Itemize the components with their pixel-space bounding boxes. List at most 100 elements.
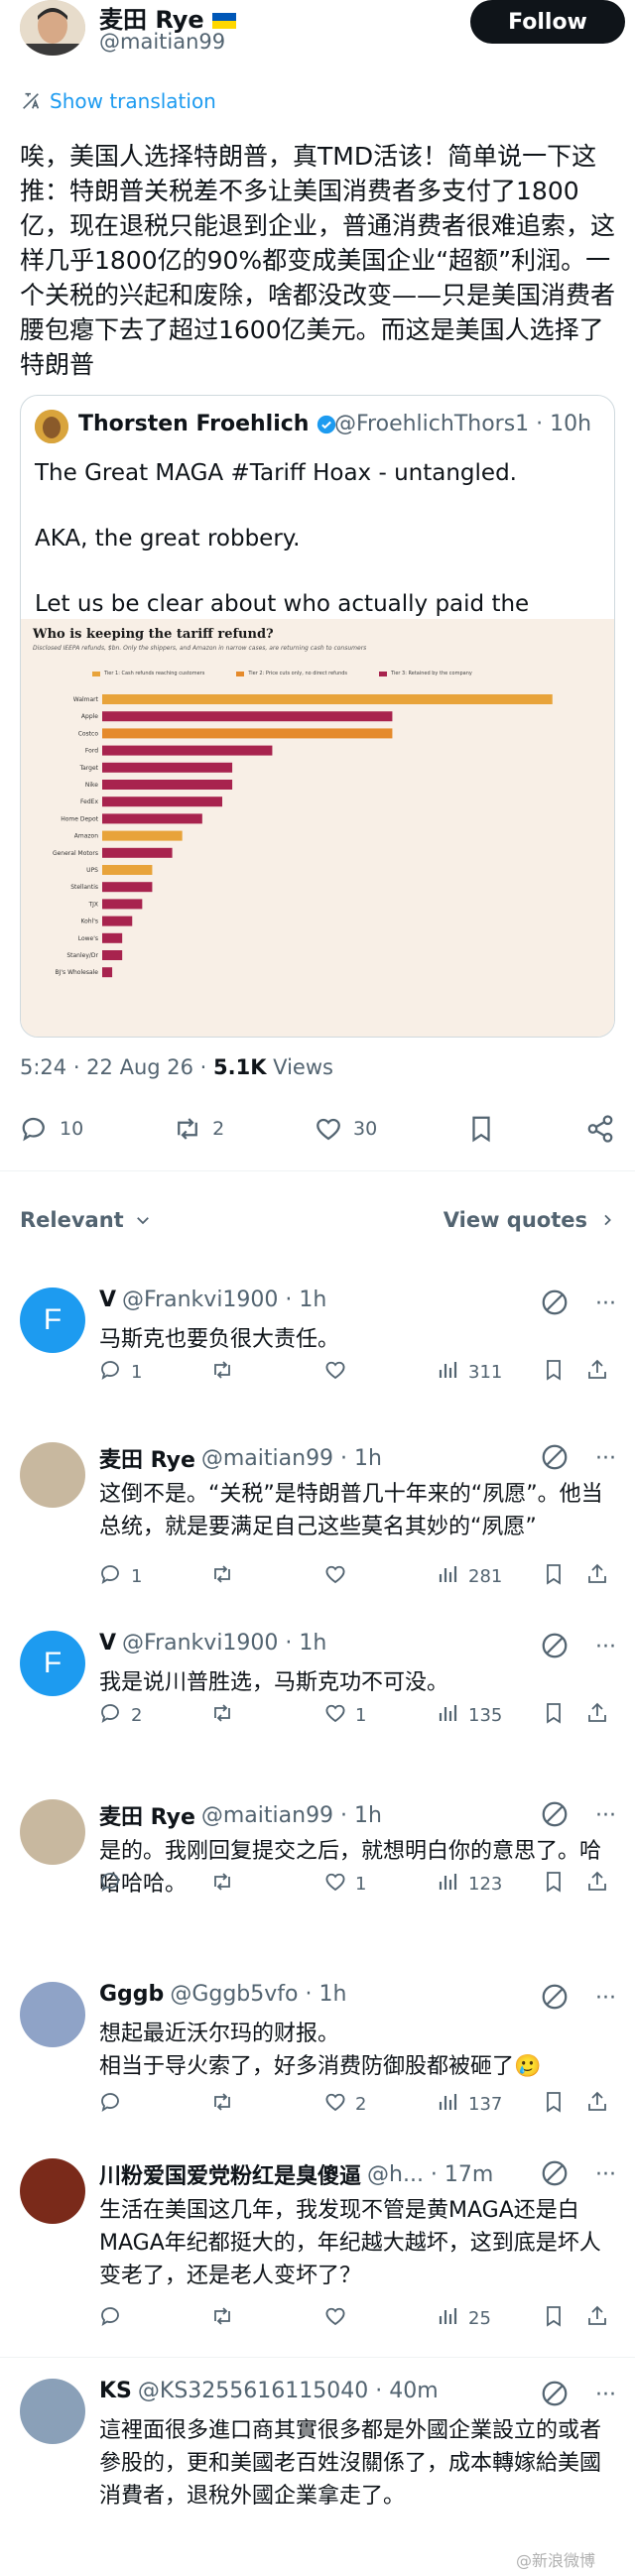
reply-button[interactable]: 1 xyxy=(99,1562,142,1591)
more-options-icon[interactable]: ··· xyxy=(595,1446,616,1471)
chart-image[interactable]: Who is keeping the tariff refund? Disclo… xyxy=(21,619,614,1037)
reply-author-handle[interactable]: @Frankvi1900 · 1h xyxy=(122,1288,326,1312)
bookmark-button[interactable] xyxy=(542,2090,566,2119)
like-button[interactable] xyxy=(323,1562,355,1591)
reply-header[interactable]: KS @KS3255616115040 · 40m xyxy=(99,2379,439,2403)
share-button[interactable] xyxy=(585,1358,609,1387)
share-button[interactable] xyxy=(585,1562,609,1591)
like-button[interactable]: 1 xyxy=(323,1701,366,1730)
more-options-icon[interactable]: ··· xyxy=(595,1986,616,2011)
reply-button[interactable]: 10 xyxy=(20,1114,83,1144)
reply-author-name[interactable]: 川粉爱国爱党粉红是臭傻逼 xyxy=(99,2158,361,2190)
reply-avatar[interactable] xyxy=(20,1982,85,2047)
reply-header[interactable]: V @Frankvi1900 · 1h xyxy=(99,1288,326,1312)
repost-button[interactable] xyxy=(210,1562,242,1591)
more-options-icon[interactable]: ··· xyxy=(595,2383,616,2407)
reply-author-name[interactable]: 麦田 Rye xyxy=(99,1799,195,1831)
grok-icon[interactable] xyxy=(540,2158,570,2188)
like-button[interactable]: 30 xyxy=(314,1114,377,1144)
quoted-post[interactable]: Thorsten Froehlich @FroehlichThors1 · 10… xyxy=(20,395,615,1038)
views-button[interactable]: 281 xyxy=(437,1562,502,1591)
reply-author-name[interactable]: Gggb xyxy=(99,1982,164,2007)
quoted-author-name[interactable]: Thorsten Froehlich xyxy=(78,412,336,436)
more-options-icon[interactable]: ··· xyxy=(595,2162,616,2187)
views-button[interactable]: 137 xyxy=(437,2090,502,2119)
grok-icon[interactable] xyxy=(540,2379,570,2408)
reply-button[interactable]: 1 xyxy=(99,1358,142,1387)
repost-button[interactable] xyxy=(210,2090,242,2119)
author-avatar[interactable] xyxy=(20,0,85,56)
grok-icon[interactable] xyxy=(540,1799,570,1829)
more-options-icon[interactable]: ··· xyxy=(595,1803,616,1828)
repost-button[interactable] xyxy=(210,2304,242,2333)
share-button[interactable] xyxy=(585,2090,609,2119)
views-button[interactable]: 123 xyxy=(437,1870,502,1899)
grok-icon[interactable] xyxy=(540,1982,570,2012)
share-button[interactable] xyxy=(585,1701,609,1730)
show-translation-link[interactable]: Show translation xyxy=(20,89,216,113)
quoted-author-handle[interactable]: @FroehlichThors1 · 10h xyxy=(334,412,591,436)
reply-author-handle[interactable]: @Gggb5vfo · 1h xyxy=(170,1982,346,2007)
reply-avatar[interactable] xyxy=(20,2158,85,2224)
reply-header[interactable]: 麦田 Rye @maitian99 · 1h xyxy=(99,1442,382,1474)
reply-header[interactable]: 川粉爱国爱党粉红是臭傻逼 @h... · 17m xyxy=(99,2158,493,2190)
grok-icon[interactable] xyxy=(540,1631,570,1660)
reply-header[interactable]: V @Frankvi1900 · 1h xyxy=(99,1631,326,1656)
like-button[interactable]: 2 xyxy=(323,2090,366,2119)
reply-author-name[interactable]: KS xyxy=(99,2379,132,2403)
grok-icon[interactable] xyxy=(540,1442,570,1472)
reply-header[interactable]: 麦田 Rye @maitian99 · 1h xyxy=(99,1799,382,1831)
repost-icon xyxy=(210,1562,234,1591)
quoted-author-avatar[interactable] xyxy=(35,410,68,443)
translate-icon xyxy=(23,92,40,109)
bookmark-button[interactable] xyxy=(542,1870,566,1899)
reply-author-handle[interactable]: @h... · 17m xyxy=(367,2162,493,2187)
legend-item: Tier 3: Retained by the company xyxy=(379,671,472,676)
reply-button[interactable] xyxy=(99,2090,131,2119)
reply-author-name[interactable]: V xyxy=(99,1288,116,1312)
reply-avatar[interactable]: F xyxy=(20,1631,85,1696)
follow-button[interactable]: Follow xyxy=(470,0,625,44)
reply-header[interactable]: Gggb @Gggb5vfo · 1h xyxy=(99,1982,346,2007)
bookmark-button[interactable] xyxy=(542,2304,566,2333)
views-button[interactable]: 311 xyxy=(437,1358,502,1387)
share-button[interactable] xyxy=(585,2304,609,2333)
reply-avatar[interactable]: F xyxy=(20,1288,85,1353)
like-button[interactable]: 1 xyxy=(323,1870,366,1899)
reply-author-name[interactable]: V xyxy=(99,1631,116,1656)
reply-button[interactable] xyxy=(99,2304,131,2333)
reply-avatar[interactable] xyxy=(20,2379,85,2444)
views-button[interactable]: 135 xyxy=(437,1701,502,1730)
repost-button[interactable] xyxy=(210,1358,242,1387)
repost-button[interactable] xyxy=(210,1870,242,1899)
repost-button[interactable]: 2 xyxy=(173,1114,224,1144)
reply-author-handle[interactable]: @maitian99 · 1h xyxy=(201,1446,382,1471)
repost-button[interactable] xyxy=(210,1701,242,1730)
reply-author-handle[interactable]: @KS3255616115040 · 40m xyxy=(138,2379,439,2403)
reply-author-name[interactable]: 麦田 Rye xyxy=(99,1442,195,1474)
reply-actions: 1 311 xyxy=(99,1357,615,1387)
grok-icon[interactable] xyxy=(540,1288,570,1317)
reply-avatar[interactable] xyxy=(20,1442,85,1508)
view-quotes-link[interactable]: View quotes xyxy=(444,1208,615,1232)
reply-author-handle[interactable]: @Frankvi1900 · 1h xyxy=(122,1631,326,1656)
bookmark-button[interactable] xyxy=(542,1358,566,1387)
like-button[interactable] xyxy=(323,2304,355,2333)
bookmark-button[interactable] xyxy=(466,1114,496,1144)
author-handle[interactable]: @maitian99 xyxy=(99,30,225,54)
like-button[interactable] xyxy=(323,1358,355,1387)
reply-icon xyxy=(99,1701,123,1730)
share-icon xyxy=(585,1870,609,1899)
bookmark-button[interactable] xyxy=(542,1562,566,1591)
share-button[interactable] xyxy=(585,1870,609,1899)
more-options-icon[interactable]: ··· xyxy=(595,1291,616,1316)
reply-button[interactable] xyxy=(99,1870,131,1899)
share-button[interactable] xyxy=(585,1114,615,1144)
reply-author-handle[interactable]: @maitian99 · 1h xyxy=(201,1803,382,1828)
sort-relevant-dropdown[interactable]: Relevant xyxy=(20,1208,152,1232)
bookmark-button[interactable] xyxy=(542,1701,566,1730)
views-button[interactable]: 25 xyxy=(437,2304,491,2333)
reply-button[interactable]: 2 xyxy=(99,1701,142,1730)
reply-avatar[interactable] xyxy=(20,1799,85,1865)
more-options-icon[interactable]: ··· xyxy=(595,1635,616,1659)
